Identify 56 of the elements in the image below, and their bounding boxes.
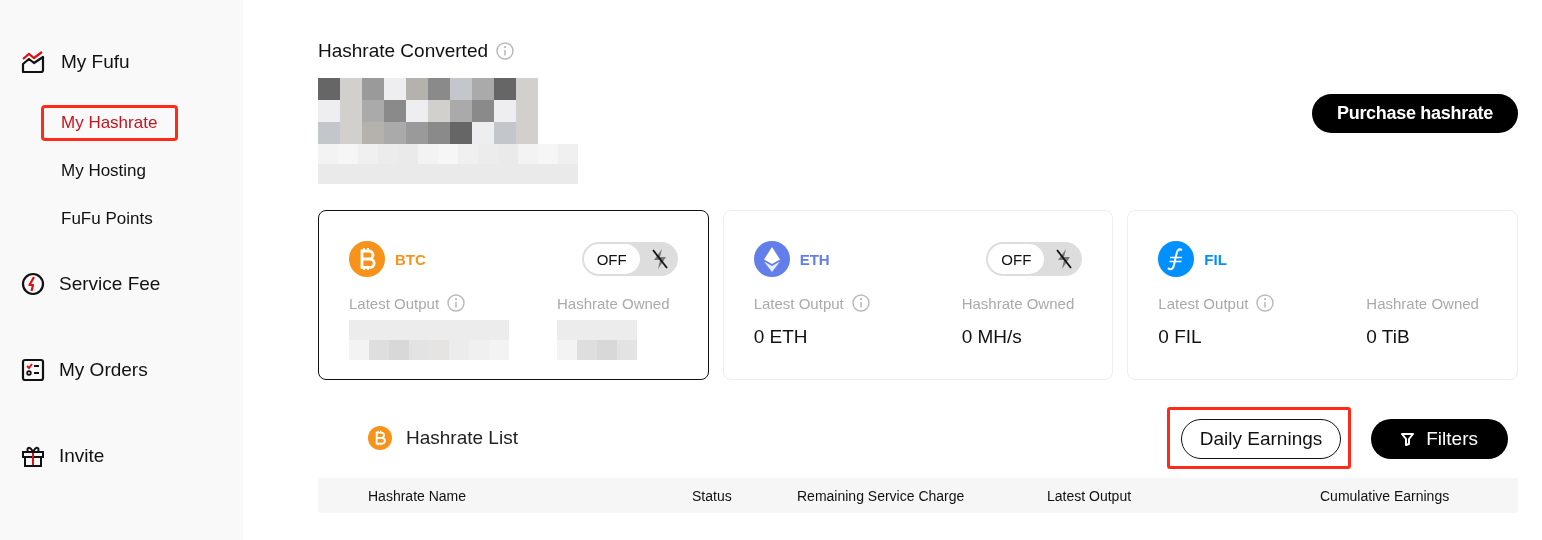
sidebar-subitem[interactable]: FuFu Points [61, 209, 153, 229]
column-header: Status [692, 487, 733, 504]
coin-card[interactable]: ETH OFF Latest Output 0 ETH Hashrate Owned 0 MH/s [722, 210, 1114, 380]
filecoin-icon [1158, 241, 1195, 277]
gift-icon [21, 444, 45, 468]
checklist-icon [21, 358, 45, 382]
list-title: Hashrate List [406, 427, 518, 449]
bitcoin-icon [349, 241, 385, 277]
column-header: Latest Output [1047, 487, 1133, 504]
ethereum-icon [753, 241, 790, 277]
stat-label: Latest Output [349, 294, 440, 312]
sidebar-item[interactable]: Service Fee [0, 267, 243, 301]
sidebar-item[interactable]: My Fufu [0, 45, 243, 79]
lightning-off-icon [650, 248, 669, 270]
column-header: Hashrate Name [368, 487, 468, 504]
stat-value: 0 TiB [1366, 326, 1411, 348]
filters-button[interactable]: Filters [1371, 419, 1508, 459]
coin-card[interactable]: FIL Latest Output 0 FIL Hashrate Owned 0 TiB [1127, 210, 1518, 380]
chart-icon [21, 50, 47, 74]
coin-symbol: BTC [395, 250, 427, 268]
info-icon[interactable] [496, 42, 515, 60]
lightning-icon [21, 272, 45, 296]
column-header: Remaining Service Charge [797, 487, 966, 504]
earnings-button[interactable]: Daily Earnings [1180, 419, 1342, 459]
lightning-off-icon [1055, 248, 1074, 270]
sidebar-subitem[interactable]: My Hosting [61, 161, 147, 181]
column-header: Cumulative Earnings [1320, 487, 1451, 504]
toggle-switch[interactable]: OFF [986, 242, 1083, 276]
stat-label: Hashrate Owned [1366, 294, 1479, 312]
sidebar-subitem[interactable]: My Hashrate [61, 113, 158, 133]
filter-icon [1401, 432, 1415, 446]
coin-symbol: ETH [799, 250, 831, 268]
stat-label: Hashrate Owned [557, 294, 670, 312]
toggle-label: OFF [988, 244, 1045, 274]
toggle-label: OFF [583, 244, 640, 274]
sidebar-label: Service Fee [59, 273, 161, 295]
stat-value: 0 FIL [1158, 326, 1203, 348]
coin-symbol: FIL [1204, 250, 1228, 268]
stat-value: 0 ETH [753, 326, 809, 348]
stat-label: Latest Output [1158, 294, 1249, 312]
info-icon[interactable] [1256, 294, 1275, 312]
sidebar-label: My Fufu [61, 51, 130, 73]
bitcoin-icon [368, 426, 392, 450]
stat-value: 0 MH/s [961, 326, 1023, 348]
stat-label: Latest Output [753, 294, 844, 312]
info-icon[interactable] [851, 294, 870, 312]
purchase-button[interactable]: Purchase hashrate [1312, 94, 1518, 133]
section-title: Hashrate Converted [318, 40, 489, 62]
sidebar-item[interactable]: My Orders [0, 353, 243, 387]
sidebar-label: My Orders [59, 359, 148, 381]
sidebar-label: Invite [59, 445, 105, 467]
stat-label: Hashrate Owned [961, 294, 1075, 312]
coin-card[interactable]: BTC OFF Latest Output Hashrate Owned [318, 210, 709, 380]
info-icon[interactable] [447, 294, 466, 312]
toggle-switch[interactable]: OFF [581, 242, 678, 276]
sidebar-item[interactable]: Invite [0, 439, 243, 473]
